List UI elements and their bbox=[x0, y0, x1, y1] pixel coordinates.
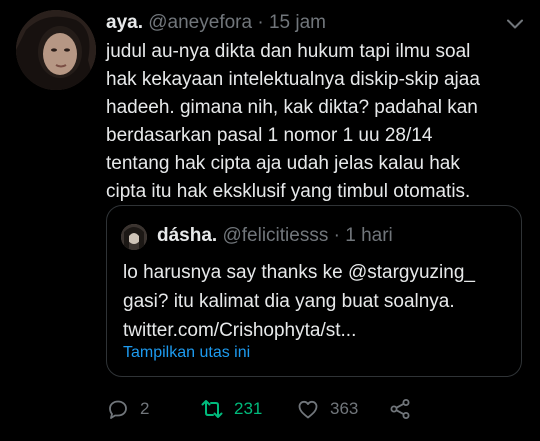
reply-button[interactable]: 2 bbox=[106, 396, 149, 422]
avatar-image bbox=[16, 10, 96, 90]
share-button[interactable] bbox=[388, 396, 412, 422]
tweet-text: judul au-nya dikta dan hukum tapi ilmu s… bbox=[106, 41, 480, 202]
quote-header: dásha. @felicitiesss · 1 hari bbox=[157, 223, 393, 249]
tweet-actions: 2 231 363 bbox=[106, 396, 526, 422]
retweet-count: 231 bbox=[234, 399, 263, 418]
tweet-header: aya. @aneyefora · 15 jam bbox=[106, 10, 326, 36]
retweet-icon bbox=[200, 397, 224, 421]
quote-avatar-image bbox=[121, 224, 147, 250]
quote-display-name[interactable]: dásha. bbox=[157, 225, 217, 246]
quote-avatar[interactable] bbox=[121, 224, 147, 250]
heart-icon bbox=[296, 397, 320, 421]
quote-text: lo harusnya say thanks ke @stargyuzing_ … bbox=[123, 262, 475, 341]
user-handle[interactable]: @aneyefora bbox=[148, 12, 252, 33]
separator: · bbox=[257, 12, 264, 33]
reply-count: 2 bbox=[140, 399, 150, 418]
quote-separator: · bbox=[333, 225, 340, 246]
reply-icon bbox=[106, 397, 130, 421]
share-icon bbox=[388, 397, 412, 421]
quoted-tweet[interactable]: dásha. @felicitiesss · 1 hari lo harusny… bbox=[106, 205, 522, 377]
like-button[interactable]: 363 bbox=[296, 396, 358, 422]
like-count: 363 bbox=[330, 399, 359, 418]
tweet[interactable]: aya. @aneyefora · 15 jam judul au-nya di… bbox=[0, 0, 540, 441]
show-thread-link[interactable]: Tampilkan utas ini bbox=[123, 342, 250, 364]
timestamp[interactable]: 15 jam bbox=[269, 12, 326, 33]
chevron-down-icon[interactable] bbox=[503, 12, 527, 36]
display-name[interactable]: aya. bbox=[106, 12, 143, 33]
retweet-button[interactable]: 231 bbox=[200, 396, 262, 422]
quote-user-handle[interactable]: @felicitiesss bbox=[222, 225, 328, 246]
quote-timestamp[interactable]: 1 hari bbox=[345, 225, 393, 246]
avatar[interactable] bbox=[16, 10, 96, 90]
